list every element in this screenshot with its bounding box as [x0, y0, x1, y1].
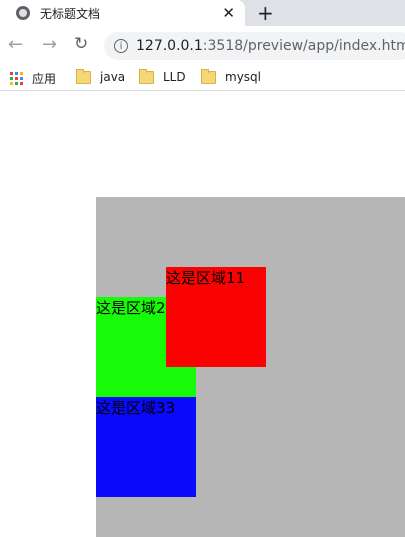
url-text: 127.0.0.1:3518/preview/app/index.html — [136, 38, 405, 54]
new-tab-button[interactable]: + — [257, 1, 274, 25]
url-path: :3518/preview/app/index.html — [202, 38, 405, 54]
bookmark-apps-label: 应用 — [32, 72, 57, 86]
bookmarks-bar: 应用 java LLD mysql — [0, 66, 405, 91]
folder-icon — [201, 68, 216, 84]
folder-icon — [139, 68, 154, 84]
forward-button[interactable]: → — [42, 34, 57, 55]
region-3: 这是区域33 — [96, 397, 196, 497]
bookmark-java[interactable]: java — [76, 68, 126, 84]
close-tab-icon[interactable]: ✕ — [222, 4, 235, 22]
globe-icon — [16, 6, 30, 20]
tab-strip: 无标题文档 ✕ + — [0, 0, 405, 26]
bookmark-lld[interactable]: LLD — [139, 68, 186, 84]
browser-toolbar: ← → ↻ i 127.0.0.1:3518/preview/app/index… — [0, 26, 405, 66]
bookmark-apps[interactable]: 应用 — [10, 70, 56, 87]
tab-title: 无标题文档 — [40, 6, 101, 21]
bookmark-label: mysql — [225, 70, 261, 84]
folder-icon — [76, 68, 91, 84]
url-host: 127.0.0.1 — [136, 38, 203, 54]
browser-tab[interactable]: 无标题文档 ✕ — [0, 0, 245, 26]
apps-grid-icon — [10, 71, 24, 86]
address-bar[interactable]: i 127.0.0.1:3518/preview/app/index.html — [104, 32, 405, 60]
bookmark-label: java — [100, 70, 126, 84]
bookmark-label: LLD — [163, 70, 186, 84]
region-1: 这是区域11 — [166, 267, 266, 367]
back-button[interactable]: ← — [8, 34, 23, 55]
bookmark-mysql[interactable]: mysql — [201, 68, 261, 84]
page-content: 这是区域22 这是区域33 这是区域11 — [0, 97, 405, 537]
reload-button[interactable]: ↻ — [74, 34, 88, 54]
site-info-icon[interactable]: i — [114, 39, 128, 53]
